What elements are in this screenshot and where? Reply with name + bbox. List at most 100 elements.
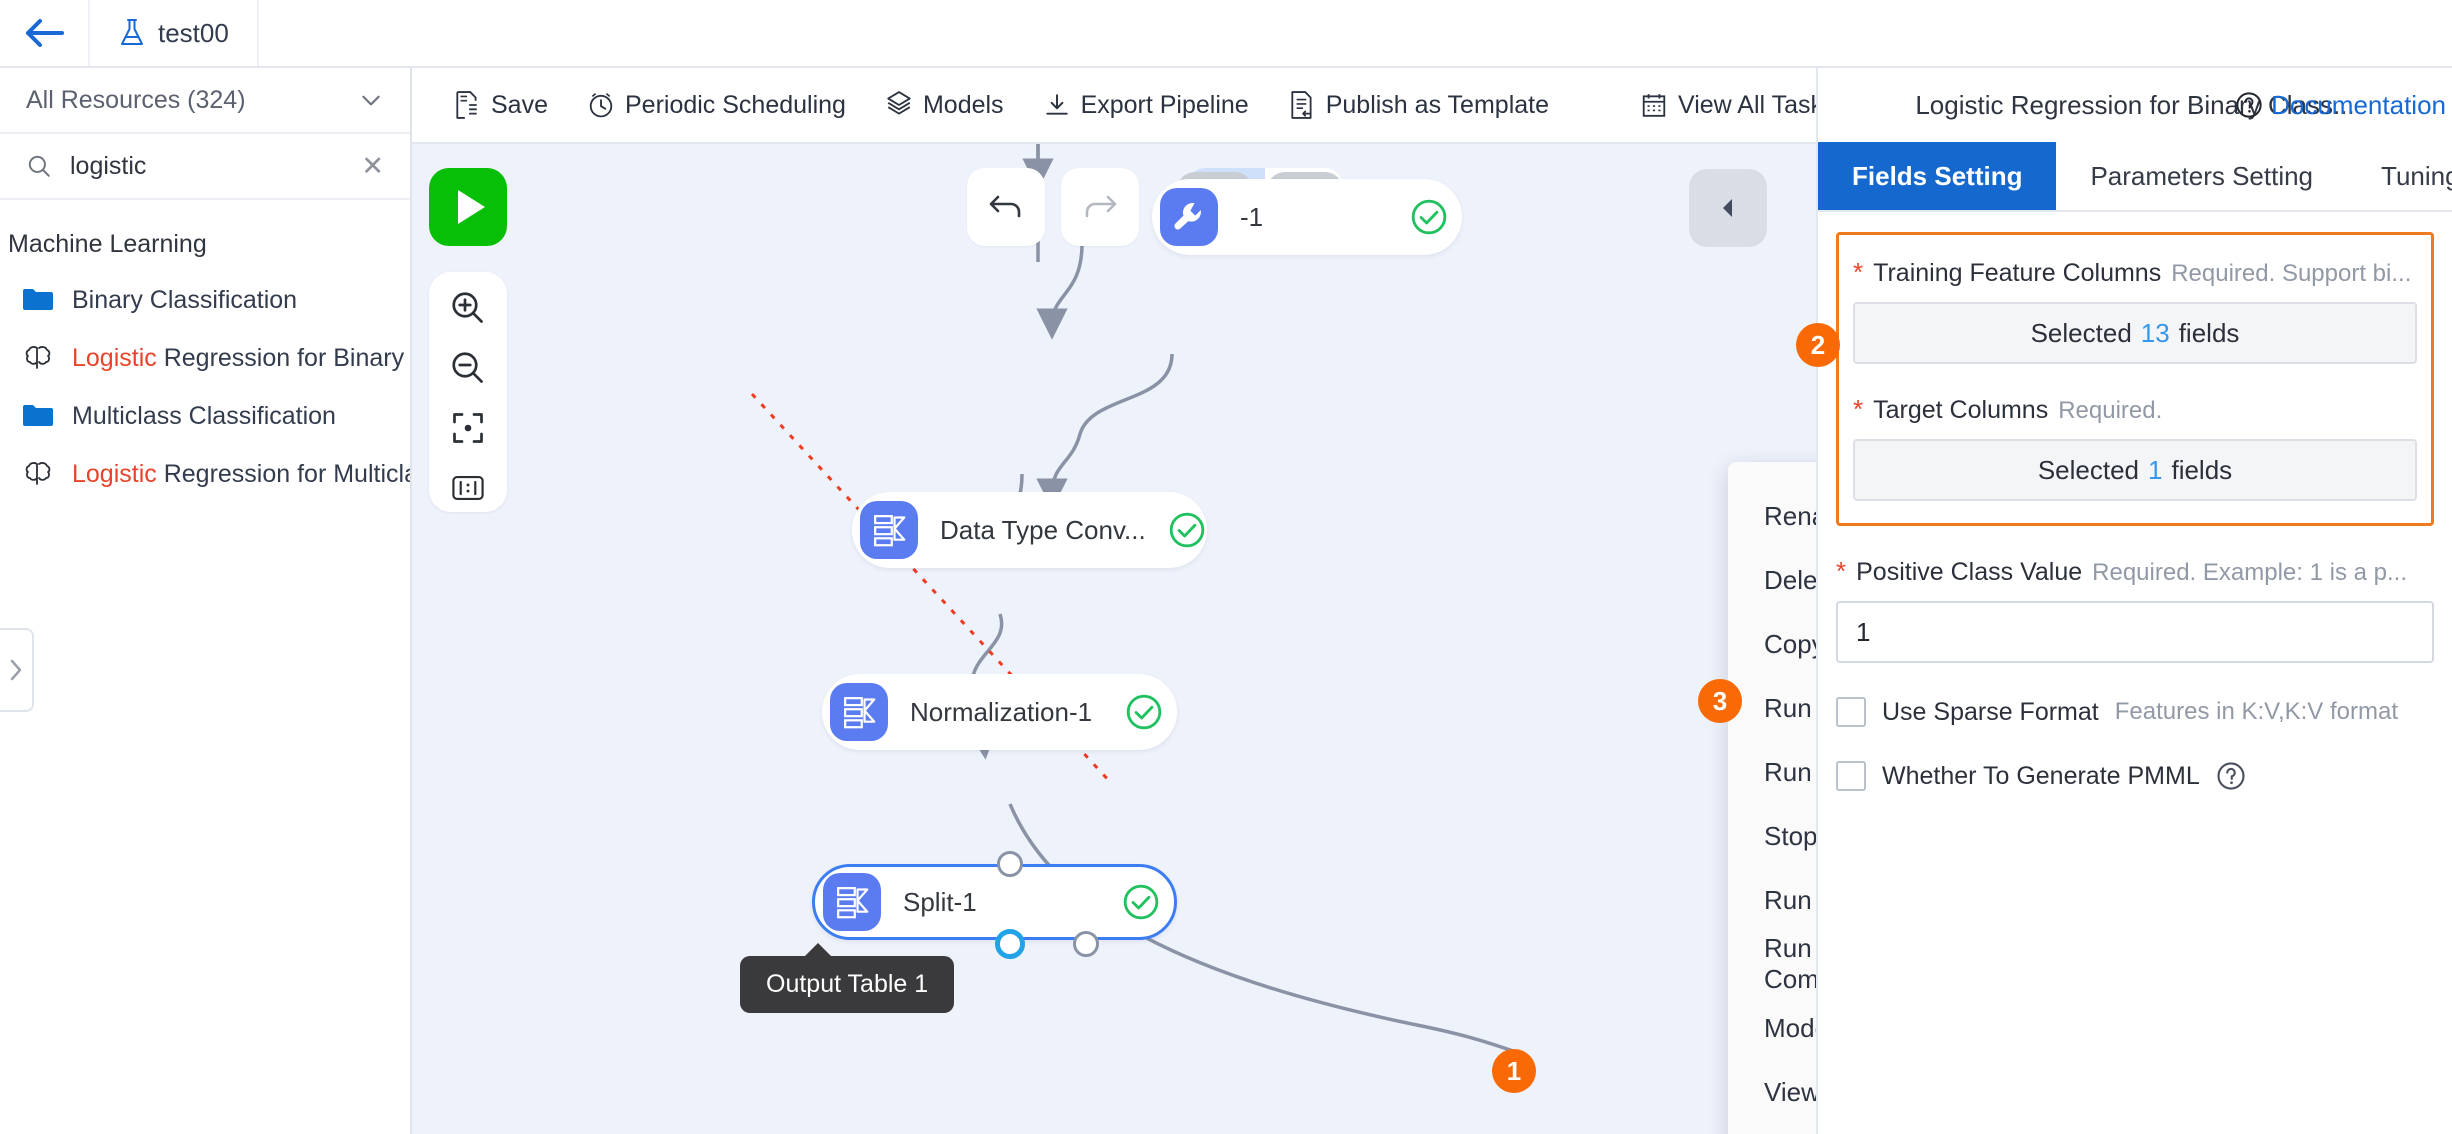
folder-icon bbox=[23, 405, 53, 426]
sidebar-item-label: Multiclass Classification bbox=[72, 401, 336, 430]
node-output-port-2[interactable] bbox=[1073, 931, 1099, 957]
node-status-success-icon bbox=[1168, 511, 1206, 549]
cube-icon bbox=[887, 91, 911, 115]
context-menu-label: Run Current Node bbox=[1764, 692, 1816, 723]
context-menu-item-model-options[interactable]: Model Options › bbox=[1728, 996, 1816, 1060]
undo-redo-group bbox=[967, 168, 1139, 246]
context-menu-item-rename[interactable]: Rename bbox=[1728, 484, 1816, 548]
use-sparse-format-checkbox[interactable] bbox=[1836, 697, 1866, 727]
context-menu-label: Stop Here bbox=[1764, 820, 1816, 851]
export-pipeline-button[interactable]: Export Pipeline bbox=[1024, 91, 1269, 120]
context-menu-item-run-current-node[interactable]: Run Current Node bbox=[1728, 676, 1816, 740]
sidebar-section-title: Machine Learning bbox=[8, 230, 207, 258]
tab-fields-setting[interactable]: Fields Setting bbox=[1818, 142, 2057, 210]
selected-count: 13 bbox=[2140, 317, 2170, 348]
node-icon bbox=[823, 873, 881, 931]
resource-filter-label: All Resources (324) bbox=[26, 85, 246, 114]
positive-class-value-label-row: * Positive Class Value Required. Example… bbox=[1836, 556, 2434, 587]
documentation-link[interactable]: Documentation bbox=[2235, 90, 2446, 121]
back-button[interactable] bbox=[0, 0, 90, 66]
target-columns-select-button[interactable]: Selected 1 fields bbox=[1853, 439, 2417, 501]
context-menu-item-run-from-root-node-to-here[interactable]: Run from Root Node to Here bbox=[1728, 868, 1816, 932]
selected-count: 1 bbox=[2148, 454, 2163, 485]
node-status-success-icon bbox=[1122, 883, 1160, 921]
sidebar-item-logistic-regression-binary[interactable]: Logistic Regression for Binary C bbox=[0, 329, 410, 387]
zoom-controls bbox=[429, 272, 507, 512]
play-icon bbox=[457, 190, 485, 224]
redo-button[interactable] bbox=[1061, 168, 1139, 246]
pipeline-node-data-type-conv[interactable]: Data Type Conv... bbox=[852, 492, 1207, 568]
use-sparse-format-row: Use Sparse Format Features in K:V,K:V fo… bbox=[1836, 697, 2434, 727]
panel-collapse-button[interactable] bbox=[1689, 169, 1767, 247]
pipeline-node-normalization[interactable]: Normalization-1 bbox=[822, 674, 1177, 750]
help-circle-icon[interactable] bbox=[2216, 761, 2246, 791]
node-icon bbox=[860, 501, 918, 559]
context-menu-item-view-log[interactable]: View Log bbox=[1728, 1124, 1816, 1134]
publish-as-template-button[interactable]: Publish as Template bbox=[1269, 91, 1569, 120]
models-button[interactable]: Models bbox=[866, 91, 1024, 120]
tab-parameters-setting[interactable]: Parameters Setting bbox=[2056, 142, 2347, 210]
tab-label: Fields Setting bbox=[1852, 160, 2023, 191]
context-menu-item-delete[interactable]: Delete Delete bbox=[1728, 548, 1816, 612]
context-menu-item-stop-here[interactable]: Stop Here bbox=[1728, 804, 1816, 868]
save-label: Save bbox=[491, 90, 548, 119]
target-columns-label-row: * Target Columns Required. bbox=[1853, 394, 2417, 425]
sidebar-item-logistic-regression-multiclass[interactable]: Logistic Regression for Multicla bbox=[0, 445, 410, 503]
context-menu-item-run-downstream-components[interactable]: Run Downstream Components bbox=[1728, 932, 1816, 996]
top-bar: test00 bbox=[0, 0, 2452, 68]
context-menu-item-copy[interactable]: Copy Ctrl+C bbox=[1728, 612, 1816, 676]
training-feature-columns-select-button[interactable]: Selected 13 fields bbox=[1853, 302, 2417, 364]
generate-pmml-checkbox[interactable] bbox=[1836, 761, 1866, 791]
sidebar-item-binary-classification[interactable]: Binary Classification bbox=[0, 271, 410, 329]
project-tab-label: test00 bbox=[158, 17, 229, 48]
field-hint: Features in K:V,K:V format bbox=[2114, 698, 2398, 725]
pipeline-node-top[interactable]: -1 bbox=[1152, 179, 1462, 255]
resource-filter-select[interactable]: All Resources (324) bbox=[0, 68, 410, 134]
documentation-label: Documentation bbox=[2271, 89, 2446, 120]
redo-icon bbox=[1085, 195, 1117, 218]
node-label: Normalization-1 bbox=[910, 696, 1093, 727]
undo-icon bbox=[989, 195, 1021, 218]
close-icon[interactable]: ✕ bbox=[361, 152, 384, 180]
chevron-right-icon bbox=[10, 659, 22, 681]
tab-tuning[interactable]: Tuning bbox=[2347, 142, 2452, 210]
undo-button[interactable] bbox=[967, 168, 1045, 246]
project-tab[interactable]: test00 bbox=[90, 0, 259, 66]
node-label: Split-1 bbox=[903, 886, 977, 917]
pipeline-node-split[interactable]: Split-1 bbox=[812, 864, 1177, 940]
periodic-scheduling-button[interactable]: Periodic Scheduling bbox=[568, 91, 866, 120]
field-label: Positive Class Value bbox=[1856, 558, 2083, 586]
actual-size-button[interactable] bbox=[440, 464, 496, 512]
selected-suffix: fields bbox=[2178, 317, 2240, 348]
zoom-in-button[interactable] bbox=[440, 284, 496, 332]
flask-icon bbox=[121, 19, 143, 45]
tab-label: Tuning bbox=[2381, 160, 2452, 191]
required-asterisk: * bbox=[1836, 556, 1847, 586]
sidebar-item-multiclass-classification[interactable]: Multiclass Classification bbox=[0, 387, 410, 445]
selected-prefix: Selected bbox=[2037, 454, 2139, 485]
zoom-out-button[interactable] bbox=[440, 344, 496, 392]
center-area: Save Periodic Scheduling Models Export P… bbox=[412, 68, 1835, 1134]
pipeline-canvas[interactable]: -1 Data Type Conv... Normalization-1 Spl… bbox=[412, 144, 1816, 1134]
highlighted-fields-group: * Training Feature Columns Required. Sup… bbox=[1836, 232, 2434, 526]
save-button[interactable]: Save bbox=[434, 91, 568, 120]
field-hint: Required. Example: 1 is a p... bbox=[2092, 559, 2407, 586]
search-input[interactable]: logistic bbox=[70, 152, 343, 181]
fit-to-screen-button[interactable] bbox=[440, 404, 496, 452]
config-panel-tabs: Fields Setting Parameters Setting Tuning bbox=[1818, 142, 2452, 212]
folder-icon bbox=[23, 289, 53, 310]
view-all-tasks-label: View All Tasks bbox=[1678, 90, 1836, 119]
run-pipeline-button[interactable] bbox=[429, 168, 507, 246]
node-input-port[interactable] bbox=[997, 851, 1023, 877]
positive-class-value-input[interactable]: 1 bbox=[1836, 601, 2434, 663]
sidebar-expand-handle[interactable] bbox=[0, 628, 34, 712]
field-label: Use Sparse Format bbox=[1882, 697, 2099, 726]
selected-suffix: fields bbox=[2171, 454, 2233, 485]
node-output-port-1[interactable] bbox=[995, 929, 1025, 959]
context-menu-item-run-from-here[interactable]: Run from Here bbox=[1728, 740, 1816, 804]
training-feature-columns-label-row: * Training Feature Columns Required. Sup… bbox=[1853, 257, 2417, 288]
context-menu-item-view-data[interactable]: View Data › bbox=[1728, 1060, 1816, 1124]
back-arrow-icon bbox=[26, 19, 64, 47]
node-status-success-icon bbox=[1125, 693, 1163, 731]
actual-size-icon bbox=[452, 475, 484, 501]
